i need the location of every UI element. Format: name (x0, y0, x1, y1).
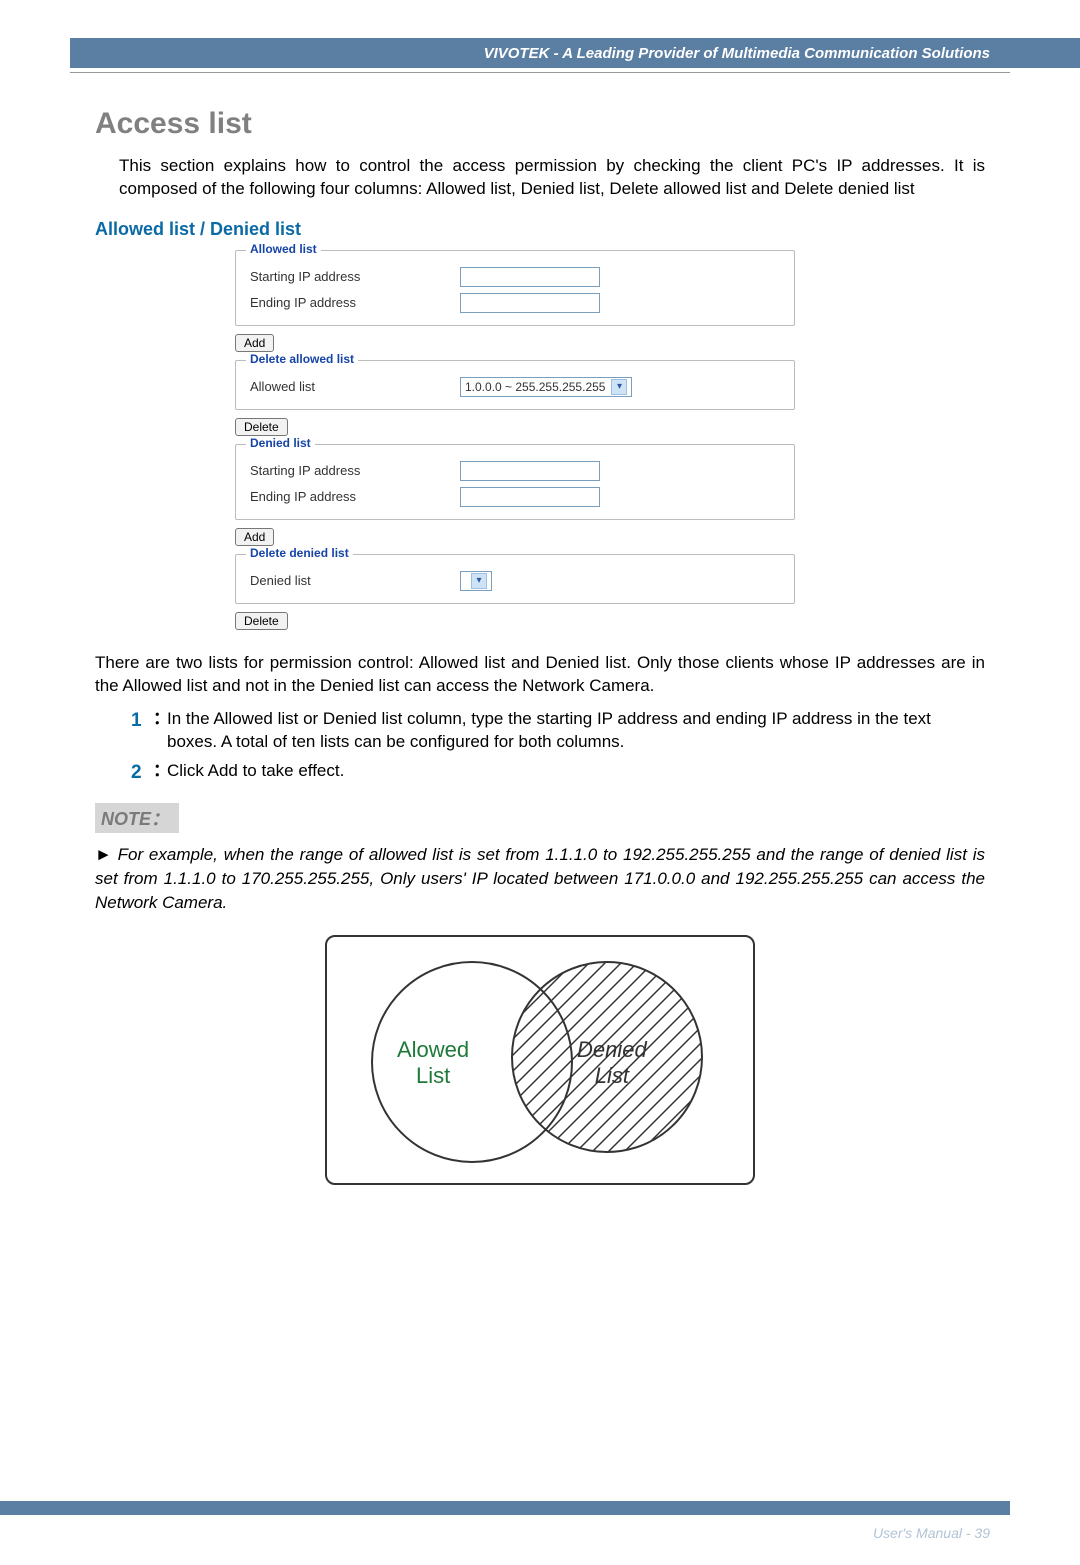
delete-allowed-select-value: 1.0.0.0 ~ 255.255.255.255 (465, 380, 605, 394)
diagram-denied-label: DeniedList (577, 1037, 647, 1090)
step-item: 1 ： In the Allowed list or Denied list c… (131, 708, 985, 754)
denied-start-input[interactable] (460, 461, 600, 481)
venn-diagram: AlowedList DeniedList (95, 935, 985, 1185)
chevron-down-icon: ▾ (471, 573, 487, 589)
header-banner-text: VIVOTEK - A Leading Provider of Multimed… (484, 45, 990, 62)
step-number: 2 (131, 760, 153, 786)
denied-list-fieldset: Denied list Starting IP address Ending I… (235, 444, 795, 520)
allowed-end-input[interactable] (460, 293, 600, 313)
denied-list-legend: Denied list (246, 436, 315, 450)
allowed-start-label: Starting IP address (250, 269, 460, 284)
footer-text: User's Manual - 39 (873, 1525, 990, 1541)
step-colon: ： (153, 760, 167, 786)
allowed-list-legend: Allowed list (246, 242, 321, 256)
denied-add-button[interactable]: Add (235, 528, 274, 546)
delete-allowed-label: Allowed list (250, 379, 460, 394)
denied-end-label: Ending IP address (250, 489, 460, 504)
delete-allowed-legend: Delete allowed list (246, 352, 358, 366)
page-title: Access list (95, 107, 985, 141)
footer-band (0, 1501, 1080, 1515)
delete-denied-label: Denied list (250, 573, 460, 588)
allowed-start-input[interactable] (460, 267, 600, 287)
allowed-add-button[interactable]: Add (235, 334, 274, 352)
delete-denied-fieldset: Delete denied list Denied list ▾ (235, 554, 795, 604)
allowed-list-fieldset: Allowed list Starting IP address Ending … (235, 250, 795, 326)
chevron-down-icon: ▾ (611, 379, 627, 395)
venn-svg (327, 937, 757, 1187)
note-label: NOTE： (95, 803, 179, 833)
steps-list: 1 ： In the Allowed list or Denied list c… (131, 708, 985, 786)
step-number: 1 (131, 708, 153, 754)
delete-allowed-select[interactable]: 1.0.0.0 ~ 255.255.255.255 ▾ (460, 377, 632, 397)
explanation-paragraph: There are two lists for permission contr… (95, 652, 985, 698)
access-list-form: Allowed list Starting IP address Ending … (235, 250, 795, 638)
diagram-allowed-label: AlowedList (397, 1037, 469, 1090)
delete-allowed-button[interactable]: Delete (235, 418, 288, 436)
delete-denied-legend: Delete denied list (246, 546, 353, 560)
delete-denied-select[interactable]: ▾ (460, 571, 492, 591)
note-body: ► For example, when the range of allowed… (95, 843, 985, 914)
header-banner: VIVOTEK - A Leading Provider of Multimed… (0, 38, 1080, 68)
step-text: In the Allowed list or Denied list colum… (167, 708, 985, 754)
step-item: 2 ： Click Add to take effect. (131, 760, 985, 786)
denied-end-input[interactable] (460, 487, 600, 507)
delete-allowed-fieldset: Delete allowed list Allowed list 1.0.0.0… (235, 360, 795, 410)
denied-start-label: Starting IP address (250, 463, 460, 478)
section-heading: Allowed list / Denied list (95, 219, 985, 240)
step-colon: ： (153, 708, 167, 754)
intro-paragraph: This section explains how to control the… (119, 155, 985, 201)
delete-denied-button[interactable]: Delete (235, 612, 288, 630)
allowed-end-label: Ending IP address (250, 295, 460, 310)
step-text: Click Add to take effect. (167, 760, 985, 786)
